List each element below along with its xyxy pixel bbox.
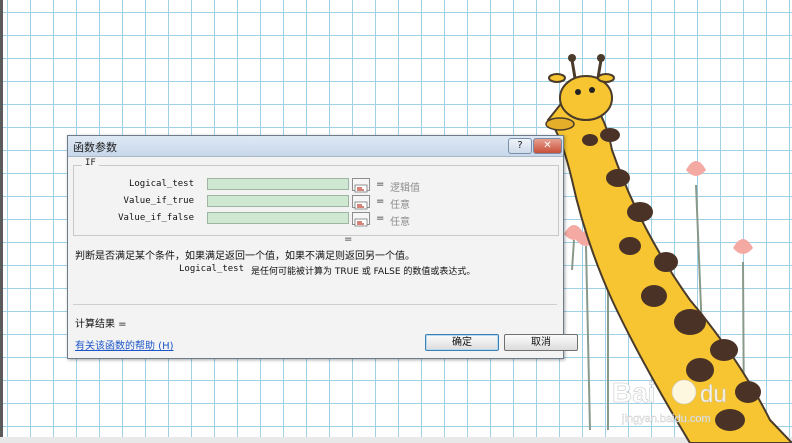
- divider: [73, 304, 557, 305]
- function-arguments-dialog: 函数参数 ? ✕ IF Logical_test = 逻辑值 Value_if_…: [67, 135, 578, 359]
- help-link[interactable]: 有关该函数的帮助 (H): [75, 337, 174, 352]
- arg-label-value-if-false: Value_if_false: [118, 213, 194, 223]
- cancel-button[interactable]: 取消: [504, 334, 578, 351]
- function-description: 判断是否满足某个条件，如果满足返回一个值，如果不满足则返回另一个值。: [75, 251, 415, 262]
- param-name: Logical_test: [179, 264, 245, 274]
- collapse-dialog-icon[interactable]: [352, 212, 370, 227]
- collapse-dialog-icon[interactable]: [352, 195, 370, 210]
- formula-result-equals: =: [344, 234, 353, 245]
- equals-sign: =: [376, 179, 385, 190]
- value-if-false-input[interactable]: [207, 212, 349, 224]
- baidu-watermark: Bai du jingyan.baidu.com: [612, 377, 727, 426]
- function-name: IF: [82, 158, 99, 168]
- arg-value-value-if-true: 任意: [390, 200, 410, 211]
- logical-test-input[interactable]: [207, 178, 349, 190]
- svg-text:jingyan.baidu.com: jingyan.baidu.com: [621, 413, 711, 425]
- dialog-title: 函数参数: [73, 141, 117, 154]
- svg-text:Bai: Bai: [612, 377, 656, 408]
- dialog-titlebar[interactable]: 函数参数 ? ✕: [68, 136, 563, 157]
- arg-label-logical-test: Logical_test: [128, 179, 194, 189]
- equals-sign: =: [376, 213, 385, 224]
- equals-sign: =: [376, 196, 385, 207]
- collapse-dialog-icon[interactable]: [352, 178, 370, 193]
- arguments-group: IF Logical_test = 逻辑值 Value_if_true = 任意…: [73, 158, 559, 236]
- arg-value-value-if-false: 任意: [390, 217, 410, 228]
- param-description: 是任何可能被计算为 TRUE 或 FALSE 的数值或表达式。: [251, 267, 476, 277]
- close-button[interactable]: ✕: [533, 138, 562, 154]
- result-label: 计算结果 =: [75, 319, 127, 330]
- ok-button[interactable]: 确定: [425, 334, 499, 351]
- help-title-button[interactable]: ?: [508, 138, 532, 154]
- value-if-true-input[interactable]: [207, 195, 349, 207]
- arg-label-value-if-true: Value_if_true: [123, 196, 194, 206]
- arg-value-logical-test: 逻辑值: [390, 183, 420, 194]
- svg-text:du: du: [700, 381, 727, 408]
